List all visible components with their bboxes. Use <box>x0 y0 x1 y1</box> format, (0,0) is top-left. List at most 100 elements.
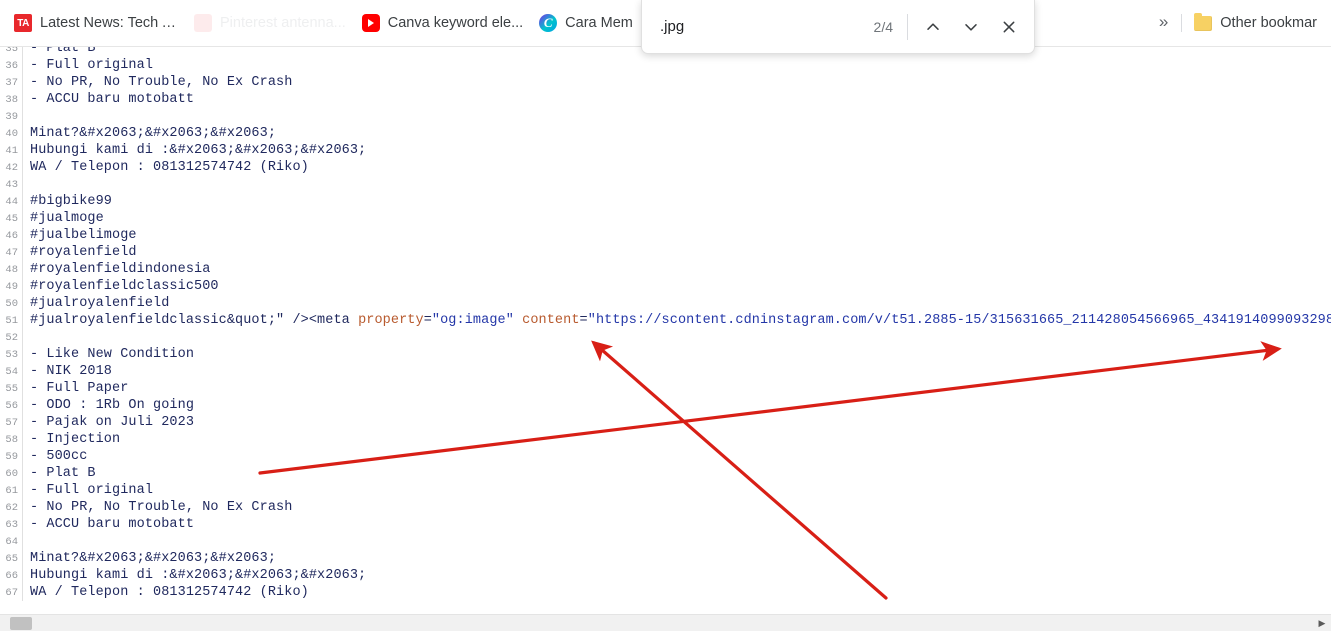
code-line-text: WA / Telepon : 081312574742 (Riko) <box>30 160 309 175</box>
code-line: 57 - Pajak on Juli 2023 <box>0 414 1331 431</box>
code-line: 49 #royalenfieldclassic500 <box>0 278 1331 295</box>
gutter-rule <box>22 57 23 74</box>
line-number: 55 <box>5 383 18 395</box>
bookmark-item-2[interactable]: Canva keyword ele... <box>354 9 531 37</box>
gutter-rule <box>22 227 23 244</box>
line-number: 48 <box>5 264 18 276</box>
line-number: 63 <box>5 519 18 531</box>
line-number: 57 <box>5 417 18 429</box>
code-token: "og:image" <box>431 313 514 328</box>
chevron-down-icon <box>965 23 977 31</box>
chevron-up-icon <box>927 22 939 30</box>
code-line: 63 - ACCU baru motobatt <box>0 516 1331 533</box>
code-line: 64 <box>0 533 1331 550</box>
code-line: 42 WA / Telepon : 081312574742 (Riko) <box>0 159 1331 176</box>
bookmark-item-0[interactable]: TA Latest News: Tech A... <box>6 9 186 37</box>
gutter-rule <box>22 414 23 431</box>
find-next-button[interactable] <box>952 8 990 46</box>
code-line-text: #bigbike99 <box>30 194 113 209</box>
line-number: 61 <box>5 485 18 497</box>
bookmark-label-2: Canva keyword ele... <box>387 15 524 31</box>
find-close-button[interactable] <box>990 8 1028 46</box>
gutter-rule <box>22 329 23 346</box>
code-token: <meta <box>308 313 359 328</box>
code-token: #jualroyalenfieldclassic&quot;" /> <box>30 313 309 328</box>
line-number: 39 <box>5 111 18 123</box>
gutter-rule <box>22 397 23 414</box>
code-line: 52 <box>0 329 1331 346</box>
code-line: 41 Hubungi kami di :&#x2063;&#x2063;&#x20… <box>0 142 1331 159</box>
code-line-text: Minat?&#x2063;&#x2063;&#x2063; <box>30 551 277 566</box>
line-number: 41 <box>5 145 18 157</box>
code-line: 40 Minat?&#x2063;&#x2063;&#x2063; <box>0 125 1331 142</box>
line-number: 49 <box>5 281 18 293</box>
gutter-rule <box>22 108 23 125</box>
code-line-text: WA / Telepon : 081312574742 (Riko) <box>30 585 309 600</box>
gutter-rule <box>22 499 23 516</box>
code-line-text: - Like New Condition <box>30 347 195 362</box>
line-number: 45 <box>5 213 18 225</box>
gutter-rule <box>22 261 23 278</box>
code-line-text: - 500cc <box>30 449 88 464</box>
find-divider <box>907 13 908 40</box>
horizontal-scroll-thumb[interactable] <box>10 617 32 630</box>
code-line-text: #jualroyalenfieldclassic&quot;" /><meta … <box>30 312 1331 329</box>
line-number: 64 <box>5 536 18 548</box>
youtube-icon <box>361 14 380 32</box>
find-input[interactable] <box>660 18 874 35</box>
line-number: 40 <box>5 128 18 140</box>
bookmarks-overflow-button[interactable]: » <box>1150 9 1177 37</box>
bookmark-item-3[interactable]: C Cara Mem <box>531 9 641 37</box>
code-line: 46 #jualbelimoge <box>0 227 1331 244</box>
bookmark-item-1[interactable]: Pinterest antenna... <box>186 9 354 37</box>
code-line: 62 - No PR, No Trouble, No Ex Crash <box>0 499 1331 516</box>
code-line: 61 - Full original <box>0 482 1331 499</box>
code-line-text: - Plat B <box>30 466 96 481</box>
line-number: 52 <box>5 332 18 344</box>
bookmarks-divider <box>1181 14 1183 32</box>
line-number: 59 <box>5 451 18 463</box>
code-line: 48 #royalenfieldindonesia <box>0 261 1331 278</box>
gutter-rule <box>22 567 23 584</box>
code-line-text: - Full original <box>30 58 154 73</box>
gutter-rule <box>22 159 23 176</box>
gutter-rule <box>22 176 23 193</box>
code-line: 55 - Full Paper <box>0 380 1331 397</box>
code-line: 39 <box>0 108 1331 125</box>
view-source-pane[interactable]: 34- 500cc35- Plat B36- Full original37- … <box>0 31 1331 614</box>
gutter-rule <box>22 482 23 499</box>
find-previous-button[interactable] <box>914 8 952 46</box>
gutter-rule <box>22 91 23 108</box>
code-line: 59 - 500cc <box>0 448 1331 465</box>
bookmark-label-0: Latest News: Tech A... <box>40 15 178 31</box>
gutter-rule <box>22 465 23 482</box>
other-bookmarks-button[interactable]: Other bookmar <box>1186 9 1325 37</box>
line-number: 54 <box>5 366 18 378</box>
bookmark-label-3: Cara Mem <box>565 15 633 31</box>
code-line: 38 - ACCU baru motobatt <box>0 91 1331 108</box>
code-line: 51 #jualroyalenfieldclassic&quot;" /><met… <box>0 312 1331 329</box>
techasia-icon: TA <box>14 14 32 32</box>
code-line-text: #jualbelimoge <box>30 228 137 243</box>
scroll-right-arrow-icon[interactable]: ▶ <box>1315 617 1329 630</box>
code-line: 53 - Like New Condition <box>0 346 1331 363</box>
line-number: 42 <box>5 162 18 174</box>
gutter-rule <box>22 244 23 261</box>
horizontal-scrollbar[interactable]: ▶ <box>0 614 1331 631</box>
code-line-text: - No PR, No Trouble, No Ex Crash <box>30 500 293 515</box>
pinterest-icon <box>194 14 212 32</box>
code-line-text: Hubungi kami di :&#x2063;&#x2063;&#x2063… <box>30 143 367 158</box>
code-line-text: #royalenfieldclassic500 <box>30 279 219 294</box>
gutter-rule <box>22 312 23 329</box>
code-line: 44 #bigbike99 <box>0 193 1331 210</box>
code-line: 58 - Injection <box>0 431 1331 448</box>
code-line-text: #royalenfield <box>30 245 137 260</box>
gutter-rule <box>22 533 23 550</box>
code-line: 60 - Plat B <box>0 465 1331 482</box>
code-line: 47 #royalenfield <box>0 244 1331 261</box>
gutter-rule <box>22 380 23 397</box>
line-number: 43 <box>5 179 18 191</box>
